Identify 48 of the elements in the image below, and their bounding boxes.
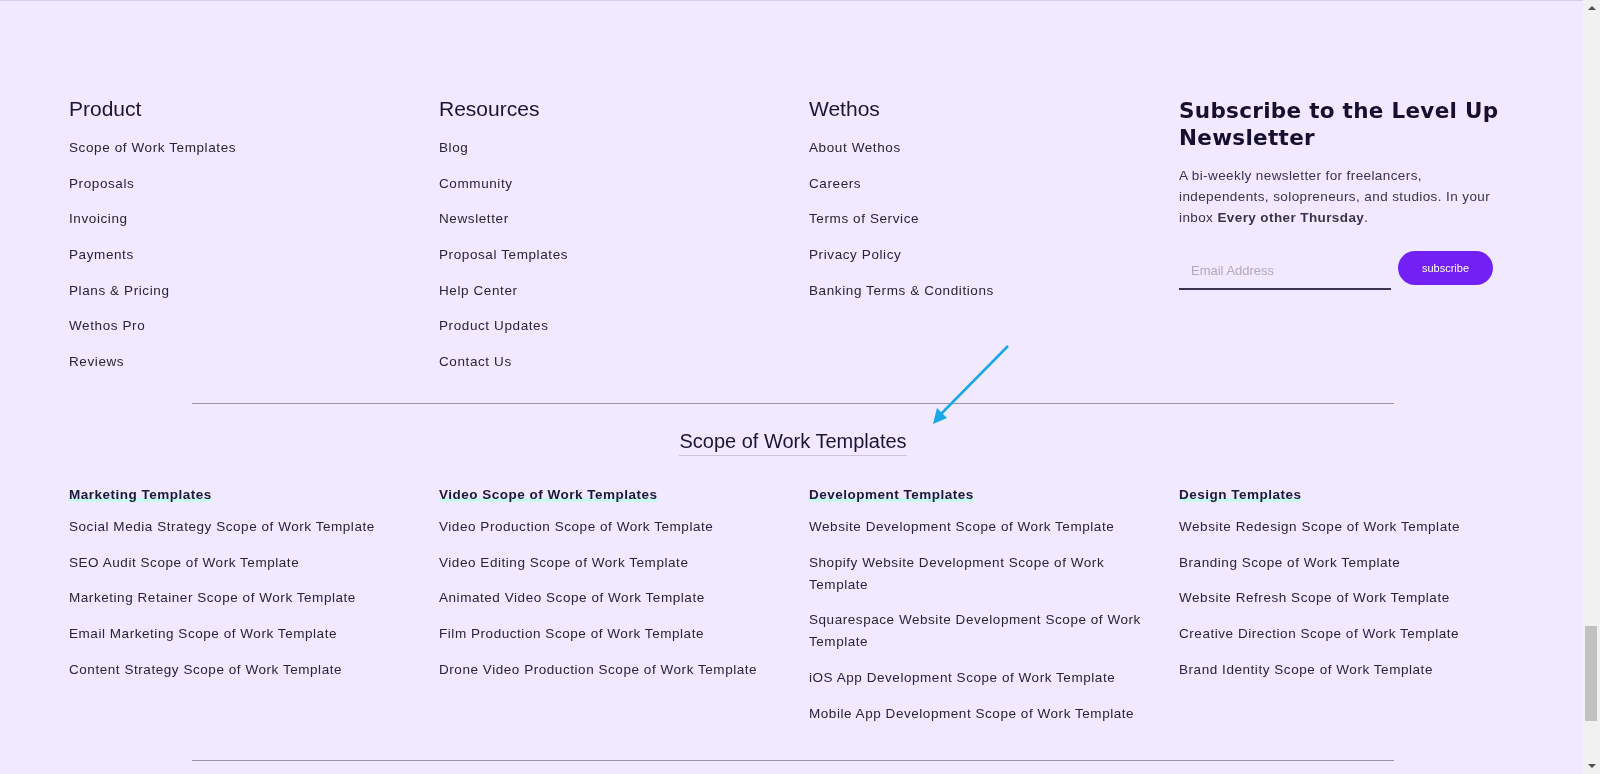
column-heading: Product — [69, 97, 142, 121]
newsletter-description: A bi-weekly newsletter for freelancers, independents, solopreneurs, and studios. In your inbox Every other Thursday. — [1179, 167, 1492, 227]
footer-link[interactable]: Banking Terms & Conditions — [809, 280, 994, 300]
template-link[interactable]: Animated Video Scope of Work Template — [439, 587, 705, 610]
footer-link[interactable]: Invoicing — [69, 209, 128, 229]
footer-link[interactable]: Newsletter — [439, 209, 509, 229]
template-link[interactable]: Website Redesign Scope of Work Template — [1179, 515, 1461, 538]
footer-link[interactable]: Privacy Policy — [809, 245, 902, 265]
footer-link[interactable]: Help Center — [439, 280, 518, 300]
template-link[interactable]: Drone Video Production Scope of Work Template — [439, 658, 758, 681]
footer-link[interactable]: Wethos Pro — [69, 316, 146, 336]
footer-link[interactable]: Plans & Pricing — [69, 280, 170, 300]
footer-link[interactable]: Community — [439, 173, 513, 193]
newsletter-title: Subscribe to the Level Up Newsletter — [1179, 97, 1500, 151]
template-link[interactable]: Marketing Retainer Scope of Work Template — [69, 587, 356, 610]
subscribe-button[interactable]: subscribe — [1398, 251, 1493, 285]
footer-link[interactable]: Payments — [69, 245, 134, 265]
email-field[interactable]: Email Address — [1179, 252, 1391, 290]
template-link[interactable]: Website Development Scope of Work Template — [809, 515, 1115, 538]
template-link[interactable]: Mobile App Development Scope of Work Template — [809, 702, 1135, 725]
template-link[interactable]: Social Media Strategy Scope of Work Template — [69, 515, 375, 538]
column-heading: Resources — [439, 97, 540, 121]
template-link[interactable]: Video Production Scope of Work Template — [439, 515, 714, 538]
template-link[interactable]: Creative Direction Scope of Work Template — [1179, 622, 1460, 645]
template-link[interactable]: Email Marketing Scope of Work Template — [69, 622, 337, 645]
footer-link[interactable]: Proposals — [69, 173, 135, 193]
footer-link[interactable]: Scope of Work Templates — [69, 138, 237, 157]
template-link[interactable]: Shopify Website Development Scope of Work Template — [809, 551, 1149, 596]
footer-link[interactable]: Terms of Service — [809, 209, 920, 229]
footer-link[interactable]: Blog — [439, 138, 469, 157]
section-title: Scope of Work Templates — [679, 429, 907, 456]
footer-link[interactable]: Product Updates — [439, 316, 549, 336]
template-link[interactable]: Brand Identity Scope of Work Template — [1179, 658, 1433, 681]
template-link[interactable]: Squarespace Website Development Scope of Work Template — [809, 609, 1149, 654]
template-link[interactable]: SEO Audit Scope of Work Template — [69, 551, 300, 574]
footer-link[interactable]: Contact Us — [439, 352, 512, 372]
template-link[interactable]: Film Production Scope of Work Template — [439, 622, 704, 645]
column-heading: Wethos — [809, 97, 880, 121]
footer-link[interactable]: Reviews — [69, 352, 125, 372]
footer-link[interactable]: About Wethos — [809, 138, 901, 157]
footer-link[interactable]: Proposal Templates — [439, 245, 569, 265]
footer-link[interactable]: Careers — [809, 173, 862, 193]
scrollbar[interactable] — [1583, 0, 1600, 774]
template-link[interactable]: iOS App Development Scope of Work Template — [809, 666, 1116, 689]
template-link[interactable]: Video Editing Scope of Work Template — [439, 551, 689, 574]
template-link[interactable]: Content Strategy Scope of Work Template — [69, 658, 343, 681]
template-link[interactable]: Branding Scope of Work Template — [1179, 551, 1401, 574]
template-link[interactable]: Website Refresh Scope of Work Template — [1179, 587, 1450, 610]
